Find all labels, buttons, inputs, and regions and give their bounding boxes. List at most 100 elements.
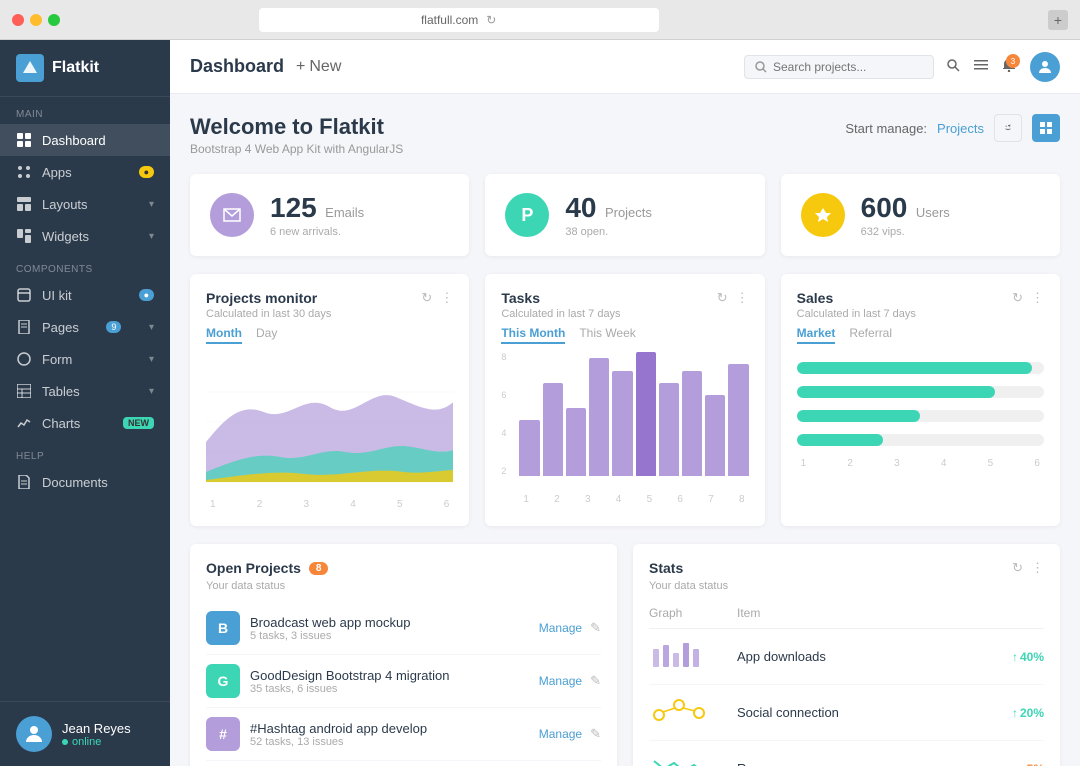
projects-link[interactable]: Projects [937, 121, 984, 136]
pages-chevron: ▾ [149, 322, 154, 333]
users-info: 600 Users 632 vips. [861, 192, 1040, 238]
hbar-chart-axis: 123456 [797, 456, 1044, 469]
layouts-chevron: ▾ [149, 199, 154, 210]
email-label: Emails [325, 205, 364, 220]
more-icon[interactable]: ⋮ [736, 290, 749, 306]
sidebar-item-layouts[interactable]: Layouts ▾ [0, 188, 170, 220]
new-tab-button[interactable]: + [1048, 10, 1068, 30]
tab-market[interactable]: Market [797, 326, 836, 344]
search-box[interactable] [744, 55, 934, 79]
gear-button[interactable] [994, 114, 1022, 142]
project-avatar-2: G [206, 664, 240, 698]
app-layout: Flatkit Main Dashboard Apps ● Layouts ▾ [0, 40, 1080, 766]
stat-item-revenue: Revenue [737, 761, 976, 766]
tab-this-week[interactable]: This Week [579, 326, 635, 344]
project-name-1: Broadcast web app mockup [250, 615, 529, 630]
sidebar-item-uikit[interactable]: UI kit ● [0, 279, 170, 311]
bar-3 [566, 408, 586, 476]
project-item-3: # #Hashtag android app develop 52 tasks,… [206, 708, 601, 761]
chart-sales: Sales Calculated in last 7 days ↻ ⋮ Mark… [781, 274, 1060, 526]
browser-url-bar[interactable]: flatfull.com ↻ [259, 8, 659, 32]
topbar-user-avatar[interactable] [1030, 52, 1060, 82]
project-meta-3: 52 tasks, 13 issues [250, 736, 529, 748]
bar-7 [659, 383, 679, 476]
sidebar-item-tables[interactable]: Tables ▾ [0, 375, 170, 407]
page-header-left: Welcome to Flatkit Bootstrap 4 Web App K… [190, 114, 403, 156]
sidebar-label-apps: Apps [42, 165, 72, 180]
tab-month[interactable]: Month [206, 326, 242, 344]
search-icon-btn[interactable] [946, 58, 960, 75]
search-input[interactable] [773, 60, 923, 74]
chart-tasks: Tasks Calculated in last 7 days ↻ ⋮ This… [485, 274, 764, 526]
charts-badge: NEW [123, 417, 154, 429]
tab-referral[interactable]: Referral [849, 326, 892, 344]
page-header: Welcome to Flatkit Bootstrap 4 Web App K… [190, 114, 1060, 156]
notification-bell[interactable]: 3 [1002, 58, 1016, 75]
refresh-icon[interactable]: ↻ [1012, 560, 1023, 576]
grid-view-button[interactable] [1032, 114, 1060, 142]
tab-this-month[interactable]: This Month [501, 326, 565, 344]
chart-sales-tabs: Market Referral [797, 326, 1044, 344]
chart-sales-sub: Calculated in last 7 days [797, 308, 916, 320]
sidebar-section-help: Help [0, 439, 170, 466]
sidebar-item-widgets[interactable]: Widgets ▾ [0, 220, 170, 252]
bottom-row: Open Projects 8 Your data status B Broad… [190, 544, 1060, 766]
edit-icon-1[interactable]: ✎ [590, 620, 601, 636]
arrow-up-icon-2: ↑ [1012, 706, 1018, 720]
edit-icon-2[interactable]: ✎ [590, 673, 601, 689]
pages-badge: 9 [106, 321, 121, 333]
chart-tasks-tabs: This Month This Week [501, 326, 748, 344]
sidebar-label-dashboard: Dashboard [42, 133, 106, 148]
stat-card-users: 600 Users 632 vips. [781, 174, 1060, 256]
project-meta-2: 35 tasks, 6 issues [250, 683, 529, 695]
grid-icon [16, 132, 32, 148]
new-button[interactable]: + New [296, 58, 341, 76]
manage-btn-2[interactable]: Manage [539, 674, 582, 688]
maximize-dot[interactable] [48, 14, 60, 26]
sidebar-item-documents[interactable]: Documents [0, 466, 170, 498]
sidebar-item-apps[interactable]: Apps ● [0, 156, 170, 188]
refresh-icon[interactable]: ↻ [421, 290, 432, 306]
edit-icon-3[interactable]: ✎ [590, 726, 601, 742]
chart-tasks-actions[interactable]: ↻ ⋮ [717, 290, 749, 306]
col-graph: Graph [649, 606, 729, 620]
browser-dots [12, 14, 60, 26]
sidebar-item-pages[interactable]: Pages 9 ▾ [0, 311, 170, 343]
more-icon[interactable]: ⋮ [1031, 560, 1044, 576]
more-icon[interactable]: ⋮ [1031, 290, 1044, 306]
notif-badge: 3 [1006, 54, 1020, 68]
manage-label: Start manage: [845, 121, 927, 136]
stats-actions[interactable]: ↻ ⋮ [1012, 560, 1044, 576]
more-icon[interactable]: ⋮ [440, 290, 453, 306]
close-dot[interactable] [12, 14, 24, 26]
minimize-dot[interactable] [30, 14, 42, 26]
tab-day[interactable]: Day [256, 326, 277, 344]
users-icon [801, 193, 845, 237]
refresh-icon[interactable]: ↻ [1012, 290, 1023, 306]
manage-btn-1[interactable]: Manage [539, 621, 582, 635]
refresh-icon[interactable]: ↻ [486, 13, 496, 27]
stat-item-downloads: App downloads [737, 649, 976, 664]
stat-card-projects: P 40 Projects 38 open. [485, 174, 764, 256]
sidebar-section-main: Main [0, 97, 170, 124]
chart-projects-actions[interactable]: ↻ ⋮ [421, 290, 453, 306]
hbar-row-2 [797, 386, 1044, 398]
sidebar-item-charts[interactable]: Charts NEW [0, 407, 170, 439]
col-item: Item [737, 606, 976, 620]
stats-row: 125 Emails 6 new arrivals. P 40 Projects… [190, 174, 1060, 256]
hbar-fill-4 [797, 434, 884, 446]
manage-btn-3[interactable]: Manage [539, 727, 582, 741]
stat-item-social: Social connection [737, 705, 976, 720]
menu-icon-btn[interactable] [974, 58, 988, 75]
sidebar-item-dashboard[interactable]: Dashboard [0, 124, 170, 156]
hbar-row-3 [797, 410, 1044, 422]
users-count: 600 [861, 192, 908, 223]
bar-4 [589, 358, 609, 476]
chart-sales-actions[interactable]: ↻ ⋮ [1012, 290, 1044, 306]
sidebar-item-form[interactable]: Form ▾ [0, 343, 170, 375]
stat-pct-downloads: ↑ 40% [984, 650, 1044, 664]
logo-text: Flatkit [52, 59, 99, 77]
refresh-icon[interactable]: ↻ [717, 290, 728, 306]
chart-tasks-title-area: Tasks Calculated in last 7 days [501, 290, 620, 320]
project-info-2: GoodDesign Bootstrap 4 migration 35 task… [250, 668, 529, 695]
